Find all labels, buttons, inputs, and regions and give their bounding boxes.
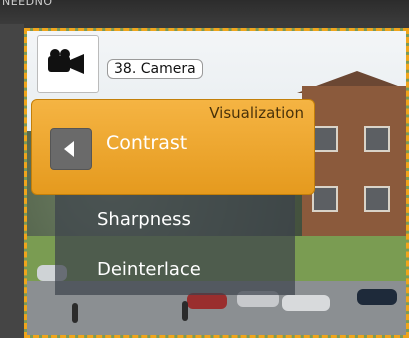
top-strip: NEEDNO: [0, 0, 409, 24]
window: [312, 126, 338, 152]
menu-item-sharpness[interactable]: Sharpness: [55, 195, 295, 245]
menu-item-deinterlace[interactable]: Deinterlace: [55, 245, 295, 295]
video-camera-icon: [48, 49, 84, 74]
person: [72, 303, 78, 323]
window: [364, 186, 390, 212]
camera-icon-card[interactable]: [37, 35, 99, 93]
menu-section-label: Visualization: [209, 104, 304, 122]
car: [187, 293, 227, 309]
car: [282, 295, 330, 311]
camera-viewport[interactable]: 38. Camera Visualization Contrast Sharpn…: [24, 28, 409, 338]
camera-title: 38. Camera: [107, 59, 203, 79]
window: [364, 126, 390, 152]
left-rail: [0, 24, 24, 338]
window: [312, 186, 338, 212]
person: [182, 301, 188, 321]
menu-active-label: Contrast: [106, 132, 188, 154]
visualization-menu: Visualization Contrast Sharpness Deinter…: [31, 99, 315, 295]
window-label: NEEDNO: [2, 0, 53, 8]
menu-active-item[interactable]: Visualization Contrast: [31, 99, 315, 195]
back-button[interactable]: [50, 128, 92, 170]
car: [357, 289, 397, 305]
back-arrow-icon: [64, 141, 74, 157]
